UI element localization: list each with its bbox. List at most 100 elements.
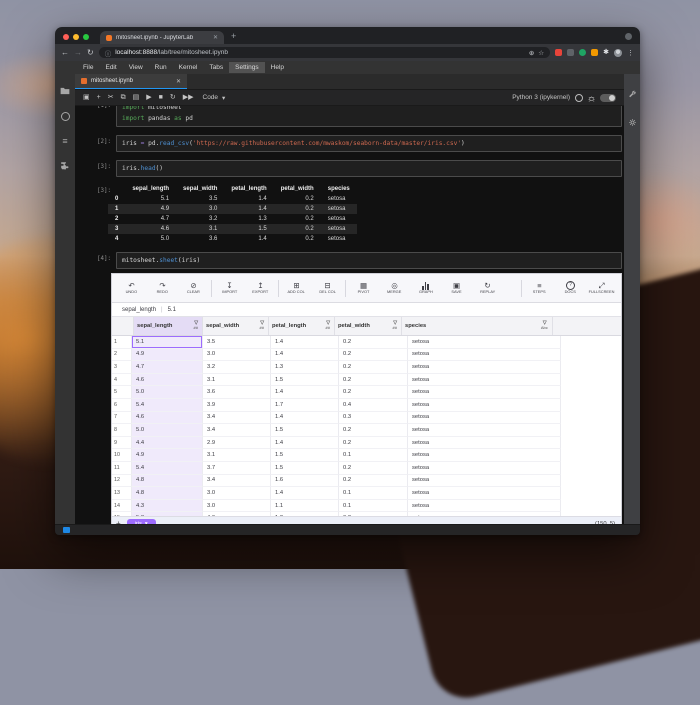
property-inspector-wrench-icon[interactable] xyxy=(628,86,637,104)
cell-type-dropdown[interactable]: Code ▾ xyxy=(203,94,226,102)
grid-cell[interactable]: 1.4 xyxy=(271,386,339,399)
site-info-icon[interactable]: ⓘ xyxy=(105,48,112,58)
file-browser-icon[interactable] xyxy=(60,86,70,96)
grid-cell[interactable]: 1.4 xyxy=(271,336,339,349)
grid-cell[interactable]: 1.4 xyxy=(271,437,339,450)
grid-cell[interactable]: 0.2 xyxy=(339,437,408,450)
cell-input[interactable]: iris.head() xyxy=(116,160,622,177)
mito-pivot-button[interactable]: ▦PIVOT xyxy=(348,281,379,296)
grid-cell[interactable]: 1.4 xyxy=(271,412,339,425)
grid-cell[interactable]: 4.9 xyxy=(132,449,203,462)
extension-icon-red[interactable] xyxy=(555,49,562,56)
grid-cell[interactable]: 0.4 xyxy=(339,399,408,412)
grid-cell[interactable]: 4.8 xyxy=(132,487,203,500)
grid-cell[interactable]: 0.3 xyxy=(339,412,408,425)
cell-input[interactable]: mitosheet.sheet(iris) xyxy=(116,252,622,269)
grid-cell[interactable]: setosa xyxy=(408,437,561,450)
column-header-species[interactable]: species▽Abc xyxy=(402,317,553,335)
menu-item-help[interactable]: Help xyxy=(265,62,290,73)
grid-cell[interactable]: 3.1 xyxy=(203,449,271,462)
grid-cell[interactable]: setosa xyxy=(408,449,561,462)
grid-cell[interactable]: setosa xyxy=(408,399,561,412)
menu-item-kernel[interactable]: Kernel xyxy=(173,62,204,73)
menu-item-edit[interactable]: Edit xyxy=(99,62,122,73)
grid-cell[interactable]: 0.1 xyxy=(339,487,408,500)
mito-formula-bar[interactable]: sepal_length | 5.1 xyxy=(112,303,621,317)
grid-cell[interactable]: 0.2 xyxy=(339,374,408,387)
address-bar[interactable]: ⓘ localhost:8888/lab/tree/mitosheet.ipyn… xyxy=(99,47,550,58)
grid-cell[interactable]: setosa xyxy=(408,412,561,425)
extensions-puzzle-icon[interactable]: ✱ xyxy=(603,49,609,56)
grid-cell[interactable]: 0.1 xyxy=(339,500,408,513)
run-all-cells-icon[interactable]: ▶▶ xyxy=(183,94,194,101)
close-window-button[interactable] xyxy=(63,34,69,40)
grid-cell[interactable]: setosa xyxy=(408,475,561,488)
grid-cell[interactable]: 5.4 xyxy=(132,462,203,475)
grid-cell[interactable]: 3.7 xyxy=(203,462,271,475)
mito-graph-button[interactable]: GRAPH xyxy=(410,281,441,296)
stop-kernel-icon[interactable]: ■ xyxy=(159,94,163,101)
grid-cell[interactable]: 1.1 xyxy=(271,500,339,513)
grid-cell[interactable]: 2.9 xyxy=(203,437,271,450)
grid-cell[interactable]: 0.2 xyxy=(339,349,408,362)
tab-search-icon[interactable] xyxy=(625,33,632,40)
grid-cell[interactable]: 0.2 xyxy=(339,361,408,374)
grid-cell[interactable]: 1.4 xyxy=(271,349,339,362)
grid-cell[interactable]: 3.9 xyxy=(203,399,271,412)
grid-cell[interactable]: 4.7 xyxy=(132,361,203,374)
grid-cell[interactable]: 3.0 xyxy=(203,500,271,513)
mito-redo-button[interactable]: ↷REDO xyxy=(147,281,178,296)
grid-cell[interactable]: 0.2 xyxy=(339,336,408,349)
notebook-tab-close-icon[interactable]: ✕ xyxy=(176,78,181,85)
grid-cell[interactable]: 1.5 xyxy=(271,462,339,475)
grid-cell[interactable]: 3.6 xyxy=(203,386,271,399)
bookmark-star-icon[interactable]: ☆ xyxy=(538,49,544,57)
grid-cell[interactable]: 5.0 xyxy=(132,386,203,399)
grid-cell[interactable]: 1.6 xyxy=(271,475,339,488)
zoom-icon[interactable]: ⊕ xyxy=(529,49,534,57)
grid-cell[interactable]: 3.0 xyxy=(203,349,271,362)
grid-cell[interactable]: 5.1 xyxy=(132,336,203,349)
code-cell-2[interactable]: [2]: iris = pd.read_csv('https://raw.git… xyxy=(75,135,622,152)
grid-cell[interactable]: 5.4 xyxy=(132,399,203,412)
column-header-petal_length[interactable]: petal_length▽## xyxy=(269,317,335,335)
grid-cell[interactable]: 3.1 xyxy=(203,374,271,387)
grid-cell[interactable]: setosa xyxy=(408,361,561,374)
grid-cell[interactable]: setosa xyxy=(408,424,561,437)
mito-add-col-button[interactable]: ⊞ADD COL xyxy=(281,281,312,296)
column-header-sepal_width[interactable]: sepal_width▽## xyxy=(203,317,269,335)
grid-cell[interactable]: setosa xyxy=(408,374,561,387)
code-cell-3[interactable]: [3]: iris.head() xyxy=(75,160,622,177)
grid-cell[interactable]: 1.4 xyxy=(271,487,339,500)
mito-import-button[interactable]: ↧IMPORT xyxy=(214,281,245,296)
grid-cell[interactable]: 0.2 xyxy=(339,386,408,399)
mito-undo-button[interactable]: ↶UNDO xyxy=(116,281,147,296)
debugger-bug-icon[interactable] xyxy=(588,89,595,107)
table-of-contents-icon[interactable]: ≡ xyxy=(60,136,70,146)
column-header-sepal_length[interactable]: sepal_length▽## xyxy=(134,317,203,335)
grid-cell[interactable]: 4.6 xyxy=(132,374,203,387)
grid-cell[interactable]: 3.2 xyxy=(203,361,271,374)
grid-cell[interactable]: 1.5 xyxy=(271,424,339,437)
mito-save-button[interactable]: ▣SAVE xyxy=(441,281,472,296)
grid-cell[interactable]: setosa xyxy=(408,386,561,399)
extension-manager-icon[interactable] xyxy=(60,161,70,171)
mito-docs-button[interactable]: ?DOCS xyxy=(555,281,586,296)
extension-icon-gray[interactable] xyxy=(567,49,574,56)
grid-cell[interactable]: 1.5 xyxy=(271,374,339,387)
gear-icon[interactable] xyxy=(628,114,637,132)
grid-cell[interactable]: setosa xyxy=(408,500,561,513)
zoom-window-button[interactable] xyxy=(83,34,89,40)
grid-cell[interactable]: 4.8 xyxy=(132,475,203,488)
grid-cell[interactable]: 1.5 xyxy=(271,449,339,462)
new-tab-button[interactable]: + xyxy=(231,32,236,41)
grid-cell[interactable]: 4.3 xyxy=(132,500,203,513)
column-header-petal_width[interactable]: petal_width▽## xyxy=(335,317,402,335)
profile-avatar[interactable] xyxy=(614,49,622,57)
mito-clear-button[interactable]: ⊘CLEAR xyxy=(178,281,209,296)
notebook-tab[interactable]: mitosheet.ipynb ✕ xyxy=(75,74,187,89)
grid-cell[interactable]: 5.0 xyxy=(132,424,203,437)
browser-menu-icon[interactable]: ⋮ xyxy=(627,49,634,57)
menu-item-file[interactable]: File xyxy=(77,62,99,73)
restart-kernel-icon[interactable]: ↻ xyxy=(170,94,176,101)
